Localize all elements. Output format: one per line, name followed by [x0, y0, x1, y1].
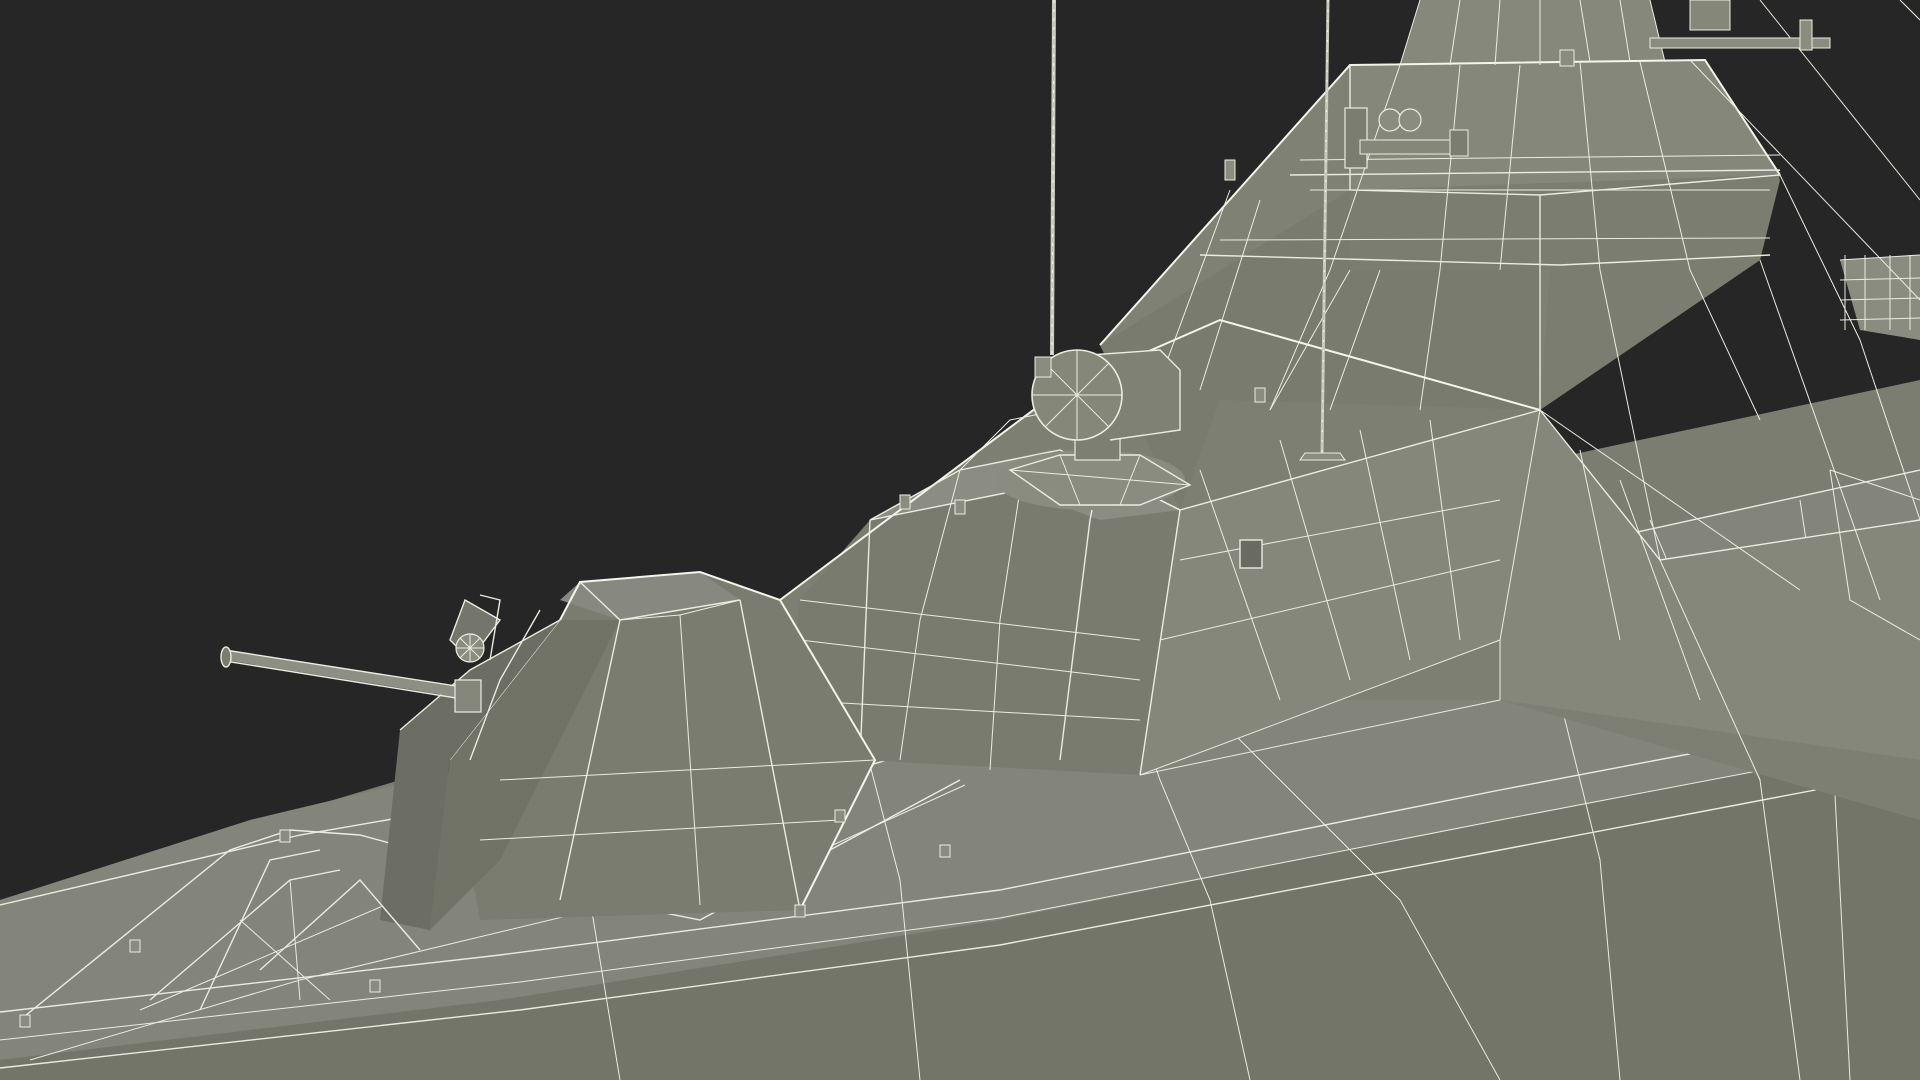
warship-wireframe-render — [0, 0, 1920, 1080]
hull-window — [1239, 539, 1263, 569]
muzzle — [220, 646, 232, 668]
whip-antenna-left — [1050, 0, 1056, 356]
